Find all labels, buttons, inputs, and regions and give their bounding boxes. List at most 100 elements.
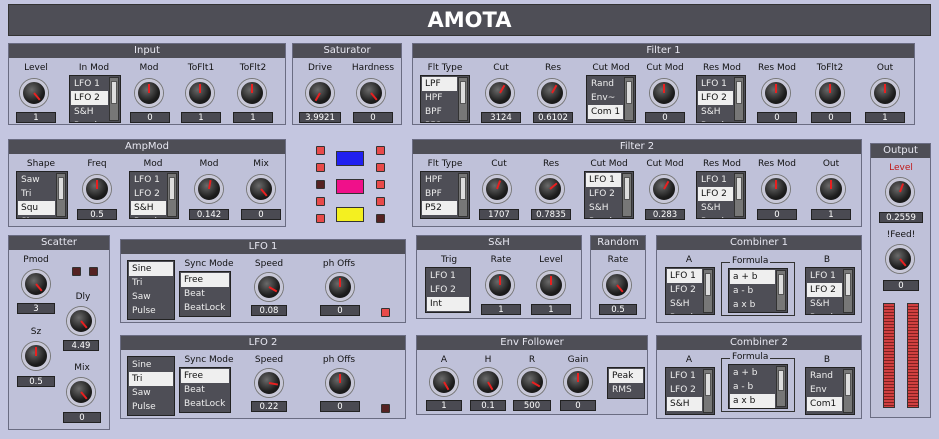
list-option[interactable]: Peak — [609, 369, 643, 383]
combiner1-formula-list[interactable]: a + ba - ba x b — [728, 268, 788, 313]
list-scrollbar[interactable] — [776, 366, 786, 407]
ampmod-mix-knob[interactable] — [247, 175, 275, 203]
blue-pad[interactable] — [336, 151, 364, 166]
mod-led-4[interactable] — [316, 197, 325, 206]
list-option[interactable]: Sine — [18, 215, 55, 218]
lfo1-speed-value[interactable]: 0.08 — [251, 305, 287, 316]
input-toflt1-knob[interactable] — [186, 79, 214, 107]
list-option[interactable]: Tri — [18, 187, 55, 201]
magenta-pad[interactable] — [336, 179, 364, 194]
saturator-drive-knob[interactable] — [306, 79, 334, 107]
scatter-mix-value[interactable]: 0 — [63, 412, 101, 423]
random-rate-value[interactable]: 0.5 — [599, 304, 637, 315]
list-option[interactable]: LFO 1 — [667, 269, 702, 283]
scrollbar-thumb[interactable] — [460, 81, 466, 105]
envf-a-value[interactable]: 1 — [426, 400, 462, 411]
list-option[interactable]: LFO 2 — [427, 283, 469, 297]
list-option[interactable]: S&H — [71, 105, 108, 119]
list-option[interactable]: Int — [427, 297, 469, 311]
input-level-value[interactable]: 1 — [16, 112, 56, 123]
list-option[interactable]: LFO 2 — [698, 187, 733, 201]
lfo2-phoffs-value[interactable]: 0 — [320, 401, 360, 412]
yellow-pad[interactable] — [336, 207, 364, 222]
lfo1-speed-knob[interactable] — [255, 273, 283, 301]
filter1-flttype-list[interactable]: LPFHPFBPFP52 — [420, 75, 470, 123]
list-option[interactable]: Free — [181, 273, 229, 287]
ampmod-modsrc-list[interactable]: LFO 1LFO 2S&HRand — [129, 171, 179, 219]
list-option[interactable]: S&H — [698, 105, 733, 119]
list-option[interactable]: HPF — [422, 173, 457, 187]
filter2-cutmod-knob[interactable] — [650, 175, 678, 203]
scatter-pmod-knob[interactable] — [22, 270, 50, 298]
ampmod-mod-knob[interactable] — [195, 175, 223, 203]
list-option[interactable]: a - b — [730, 284, 775, 298]
list-option[interactable]: LFO 2 — [807, 283, 842, 297]
lfo2-sync-list[interactable]: Free Beat BeatLock — [179, 367, 231, 413]
filter2-cutmod-value[interactable]: 0.283 — [645, 209, 685, 220]
list-option[interactable]: LFO 1 — [131, 173, 166, 187]
list-scrollbar[interactable] — [56, 173, 66, 217]
list-option[interactable]: Beat — [181, 383, 229, 397]
filter1-toflt2-knob[interactable] — [816, 79, 844, 107]
list-option[interactable]: Squ — [18, 201, 55, 215]
list-option[interactable]: LFO 1 — [698, 77, 733, 91]
list-option[interactable]: RMS — [609, 383, 643, 397]
filter1-cut-value[interactable]: 3124 — [481, 112, 521, 123]
list-option[interactable]: P52 — [422, 201, 457, 215]
filter2-out-knob[interactable] — [817, 175, 845, 203]
list-option[interactable]: P52 — [422, 119, 457, 122]
list-option[interactable]: LFO 2 — [131, 187, 166, 201]
scrollbar-thumb[interactable] — [845, 373, 851, 397]
list-option[interactable]: S&H — [131, 201, 166, 215]
list-option[interactable]: a - b — [730, 380, 775, 394]
filter2-flttype-list[interactable]: HPF BPF P52 — [420, 171, 470, 219]
envf-h-value[interactable]: 0.1 — [470, 400, 506, 411]
filter1-cut-knob[interactable] — [486, 79, 514, 107]
filter2-cut-value[interactable]: 1707 — [479, 209, 519, 220]
lfo2-phoffs-knob[interactable] — [326, 369, 354, 397]
list-option[interactable]: LFO 1 — [667, 369, 702, 383]
mod-led-1[interactable] — [316, 146, 325, 155]
list-scrollbar[interactable] — [167, 173, 177, 217]
envf-gain-knob[interactable] — [564, 368, 592, 396]
scrollbar-thumb[interactable] — [626, 81, 632, 105]
list-scrollbar[interactable] — [624, 77, 634, 121]
list-option[interactable]: BPF — [422, 105, 457, 119]
list-option[interactable]: S&H — [698, 201, 733, 215]
mod-led-3[interactable] — [316, 180, 325, 189]
scatter-led-1[interactable] — [72, 267, 81, 276]
envf-mode-list[interactable]: Peak RMS — [607, 367, 645, 399]
lfo2-led[interactable] — [381, 404, 390, 413]
filter1-cutmodsrc-list[interactable]: Rand Env~ Com 1 — [586, 75, 636, 123]
scrollbar-thumb[interactable] — [58, 177, 64, 201]
input-mod-knob[interactable] — [135, 79, 163, 107]
ampmod-freq-knob[interactable] — [83, 175, 111, 203]
list-option[interactable]: LFO 1 — [71, 77, 108, 91]
sh-level-knob[interactable] — [537, 271, 565, 299]
envf-r-knob[interactable] — [518, 368, 546, 396]
list-option[interactable]: LFO 2 — [586, 187, 621, 201]
output-level-value[interactable]: 0.2559 — [879, 212, 923, 223]
list-option[interactable]: Rand — [586, 215, 621, 218]
scrollbar-thumb[interactable] — [778, 274, 784, 296]
scrollbar-thumb[interactable] — [778, 370, 784, 392]
list-option[interactable]: Pulse — [129, 400, 173, 414]
scrollbar-thumb[interactable] — [705, 373, 711, 397]
list-option[interactable]: Rand — [71, 119, 108, 122]
scrollbar-thumb[interactable] — [111, 81, 117, 105]
filter1-res-knob[interactable] — [538, 79, 566, 107]
saturator-hardness-value[interactable]: 0 — [353, 112, 393, 123]
lfo1-led[interactable] — [381, 308, 390, 317]
list-option[interactable]: LFO 1 — [427, 269, 469, 283]
input-level-knob[interactable] — [20, 79, 48, 107]
input-mod-value[interactable]: 0 — [130, 112, 170, 123]
output-feed-knob[interactable] — [886, 245, 914, 273]
scatter-dly-value[interactable]: 4.49 — [63, 340, 99, 351]
list-option[interactable]: a x b — [730, 298, 775, 312]
list-scrollbar[interactable] — [703, 269, 713, 313]
scrollbar-thumb[interactable] — [705, 273, 711, 297]
list-option[interactable]: Free — [181, 369, 229, 383]
list-option[interactable]: Tri — [129, 372, 173, 386]
list-option[interactable]: a x b — [730, 394, 775, 408]
filter1-out-value[interactable]: 1 — [865, 112, 905, 123]
